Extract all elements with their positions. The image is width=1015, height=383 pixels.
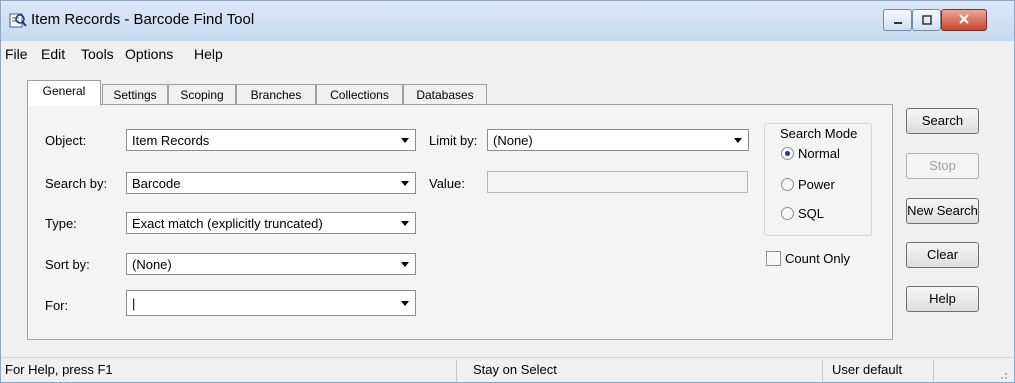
close-icon xyxy=(958,13,970,28)
status-divider xyxy=(456,360,457,382)
object-dropdown[interactable]: Item Records xyxy=(126,129,416,151)
tab-scoping[interactable]: Scoping xyxy=(168,84,236,105)
limit-by-label: Limit by: xyxy=(429,133,478,148)
search-by-value: Barcode xyxy=(132,176,181,191)
search-by-dropdown[interactable]: Barcode xyxy=(126,172,416,194)
menu-edit[interactable]: Edit xyxy=(41,46,65,62)
sort-by-value: (None) xyxy=(132,257,172,272)
status-profile-text: User default xyxy=(832,362,903,377)
search-by-label: Search by: xyxy=(45,176,108,191)
menu-options[interactable]: Options xyxy=(125,46,173,62)
search-records-icon xyxy=(9,11,27,29)
status-help-text: For Help, press F1 xyxy=(5,362,113,377)
chevron-down-icon xyxy=(401,138,409,143)
maximize-icon xyxy=(921,13,932,28)
new-search-button[interactable]: New Search xyxy=(906,198,979,224)
menu-bar: File Edit Tools Options Help xyxy=(1,45,1014,65)
sort-by-dropdown[interactable]: (None) xyxy=(126,253,416,275)
limit-by-dropdown[interactable]: (None) xyxy=(487,129,749,151)
help-button[interactable]: Help xyxy=(906,286,979,312)
chevron-down-icon xyxy=(401,301,409,306)
status-divider xyxy=(822,360,823,382)
search-button[interactable]: Search xyxy=(906,108,979,134)
chevron-down-icon xyxy=(401,181,409,186)
sort-by-label: Sort by: xyxy=(45,257,90,272)
tab-collections[interactable]: Collections xyxy=(316,84,403,105)
menu-tools[interactable]: Tools xyxy=(81,46,114,62)
radio-power[interactable]: Power xyxy=(781,177,835,192)
radio-power-label: Power xyxy=(798,177,835,192)
status-bar: For Help, press F1 Stay on Select User d… xyxy=(1,357,1014,382)
type-label: Type: xyxy=(45,216,77,231)
value-label: Value: xyxy=(429,176,465,191)
radio-unselected-icon xyxy=(781,178,794,191)
title-bar[interactable]: Item Records - Barcode Find Tool xyxy=(1,1,1014,41)
radio-unselected-icon xyxy=(781,207,794,220)
clear-button[interactable]: Clear xyxy=(906,242,979,268)
maximize-button[interactable] xyxy=(912,9,941,31)
radio-sql-label: SQL xyxy=(798,206,825,221)
object-value: Item Records xyxy=(132,133,210,148)
search-mode-group: Search Mode Normal Power SQL xyxy=(764,123,872,236)
type-value: Exact match (explicitly truncated) xyxy=(132,216,323,231)
limit-by-value: (None) xyxy=(493,133,533,148)
type-dropdown[interactable]: Exact match (explicitly truncated) xyxy=(126,212,416,234)
menu-help[interactable]: Help xyxy=(194,46,223,62)
tab-general[interactable]: General xyxy=(27,80,101,106)
stop-button[interactable]: Stop xyxy=(906,153,979,179)
radio-selected-icon xyxy=(781,147,794,160)
radio-normal-label: Normal xyxy=(798,146,840,161)
status-divider xyxy=(933,360,934,382)
for-input-value: | xyxy=(132,296,136,311)
close-button[interactable] xyxy=(941,9,987,31)
minimize-icon xyxy=(893,13,903,28)
for-input[interactable]: | xyxy=(126,290,416,316)
menu-file[interactable]: File xyxy=(5,46,28,62)
object-label: Object: xyxy=(45,133,87,148)
tab-branches[interactable]: Branches xyxy=(236,84,316,105)
chevron-down-icon xyxy=(401,221,409,226)
window-title: Item Records - Barcode Find Tool xyxy=(31,11,255,28)
app-window: Item Records - Barcode Find Tool File Ed… xyxy=(0,0,1015,383)
search-mode-title: Search Mode xyxy=(780,126,858,141)
value-field[interactable] xyxy=(487,171,748,193)
count-only-checkbox[interactable]: Count Only xyxy=(766,251,850,266)
tab-settings[interactable]: Settings xyxy=(102,84,168,105)
radio-normal[interactable]: Normal xyxy=(781,146,840,161)
resize-grip-icon[interactable] xyxy=(996,368,1008,380)
chevron-down-icon xyxy=(734,138,742,143)
checkbox-icon xyxy=(766,251,781,266)
minimize-button[interactable] xyxy=(883,9,912,31)
tab-databases[interactable]: Databases xyxy=(403,84,487,105)
status-mode-text: Stay on Select xyxy=(473,362,557,377)
radio-sql[interactable]: SQL xyxy=(781,206,824,221)
for-label: For: xyxy=(45,298,69,313)
chevron-down-icon xyxy=(401,262,409,267)
count-only-label: Count Only xyxy=(785,251,851,266)
